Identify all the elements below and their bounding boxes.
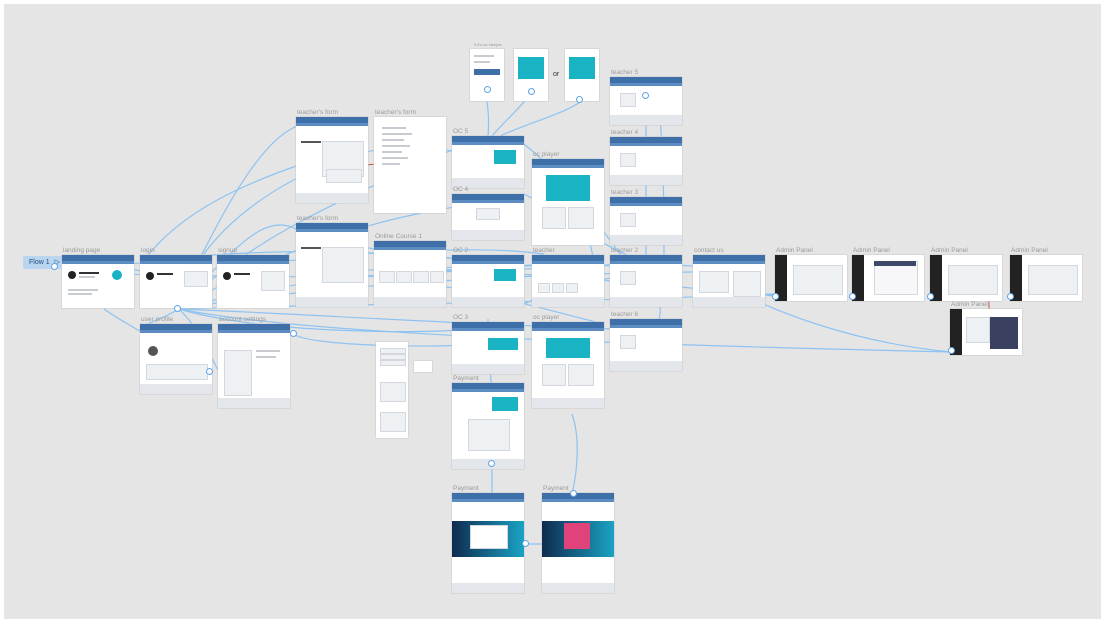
frame-label-oc-3: OC 3	[453, 314, 469, 321]
frame-label-admin-panel-1: Admin Panel	[776, 247, 813, 254]
frame-label-teacher-4: teacher 4	[611, 129, 639, 136]
frame-label-signup: signup	[218, 247, 238, 254]
frame-teacher-5[interactable]	[610, 77, 682, 125]
frame-label-contact-us: contact us	[694, 247, 724, 254]
connector-handle[interactable]	[488, 460, 495, 467]
frame-label-payment-2: Payment	[543, 485, 569, 492]
frame-mobile-list[interactable]	[376, 342, 408, 438]
frame-oc-2[interactable]	[452, 255, 524, 307]
frame-label-teachers-form-1: teacher's form	[297, 109, 338, 116]
connector-handle[interactable]	[51, 263, 58, 270]
frame-payment-1[interactable]	[452, 383, 524, 469]
connector-handle[interactable]	[528, 88, 535, 95]
connector-handle[interactable]	[642, 92, 649, 99]
frame-label-oc-2: OC 2	[453, 247, 469, 254]
frame-admin-panel-4[interactable]	[1010, 255, 1082, 301]
frame-signup[interactable]	[217, 255, 289, 308]
frame-oc-player-1[interactable]	[532, 159, 604, 245]
connector-handle[interactable]	[948, 347, 955, 354]
frame-label-online-course-1: Online Course 1	[375, 233, 422, 240]
frame-label-account-settings: account settings	[219, 316, 266, 323]
frame-admin-panel-2[interactable]	[852, 255, 924, 301]
prototype-canvas[interactable]: Flow 1 ▷ landing page login signup user p…	[4, 4, 1101, 619]
frame-label-payment-1: Payment	[453, 375, 479, 382]
frame-label-teacher-2: teacher 2	[611, 247, 639, 254]
frame-label-teacher-6: teacher 6	[611, 311, 639, 318]
connector-handle[interactable]	[576, 96, 583, 103]
frame-payment-2[interactable]	[452, 493, 524, 593]
frame-label-teacher-5: teacher 5	[611, 69, 639, 76]
connector-handle[interactable]	[849, 293, 856, 300]
or-text: or	[553, 71, 560, 78]
frame-label-mobile: If it's on sleeper	[474, 42, 502, 47]
connector-handle[interactable]	[927, 293, 934, 300]
frame-account-settings[interactable]	[218, 324, 290, 408]
frame-teacher-6[interactable]	[610, 319, 682, 371]
frame-label-oc-5: OC 5	[453, 128, 469, 135]
frame-landing-page[interactable]	[62, 255, 134, 308]
frame-oc-4[interactable]	[452, 194, 524, 240]
frame-login[interactable]	[140, 255, 212, 308]
connector-handle[interactable]	[1007, 293, 1014, 300]
frame-label-user-profile: user profile	[141, 316, 174, 323]
frame-label-landing-page: landing page	[63, 247, 101, 254]
connector-handle[interactable]	[290, 330, 297, 337]
frame-online-course-1[interactable]	[374, 241, 446, 307]
frame-label-login: login	[141, 247, 155, 254]
frame-label-oc-4: OC 4	[453, 186, 469, 193]
frame-user-profile[interactable]	[140, 324, 212, 394]
frame-admin-panel-1[interactable]	[775, 255, 847, 301]
frame-label-admin-panel-5: Admin Panel	[951, 301, 988, 308]
frame-label-teacher: teacher	[533, 247, 555, 254]
frame-contact-us[interactable]	[693, 255, 765, 307]
frame-teacher[interactable]	[532, 255, 604, 307]
flow-start-button[interactable]: Flow 1 ▷	[23, 256, 67, 269]
frame-label-admin-panel-3: Admin Panel	[931, 247, 968, 254]
connector-handle[interactable]	[570, 490, 577, 497]
frame-oc-3[interactable]	[452, 322, 524, 374]
frame-mobile-1[interactable]	[470, 49, 504, 101]
frame-teacher-3[interactable]	[610, 197, 682, 245]
flow-start-label: Flow 1	[29, 259, 50, 266]
frame-payment-3[interactable]	[542, 493, 614, 593]
connector-handle[interactable]	[772, 293, 779, 300]
frame-label-payment-3: Payment	[453, 485, 479, 492]
frame-oc-player-2[interactable]	[532, 322, 604, 408]
frame-label-teachers-form-3: teacher's form	[297, 215, 338, 222]
connector-handle[interactable]	[174, 305, 181, 312]
connector-handle[interactable]	[522, 540, 529, 547]
frame-label-admin-panel-2: Admin Panel	[853, 247, 890, 254]
frame-admin-panel-3[interactable]	[930, 255, 1002, 301]
connector-handle[interactable]	[484, 86, 491, 93]
frame-teachers-form-3[interactable]	[296, 223, 368, 307]
frame-admin-panel-5[interactable]	[950, 309, 1022, 355]
frame-teachers-form-1[interactable]	[296, 117, 368, 203]
frame-teacher-2[interactable]	[610, 255, 682, 307]
frame-label-oc-player-2: oc player	[533, 314, 560, 321]
frame-mobile-popup[interactable]	[414, 361, 432, 372]
frame-label-teacher-3: teacher 3	[611, 189, 639, 196]
frame-teachers-form-2[interactable]	[374, 117, 446, 213]
connector-handle[interactable]	[206, 368, 213, 375]
frame-mobile-3[interactable]	[565, 49, 599, 101]
frame-label-oc-player-1: oc player	[533, 151, 560, 158]
frame-oc-5[interactable]	[452, 136, 524, 188]
frame-teacher-4[interactable]	[610, 137, 682, 185]
frame-label-admin-panel-4: Admin Panel	[1011, 247, 1048, 254]
frame-label-teachers-form-2: teacher's form	[375, 109, 416, 116]
